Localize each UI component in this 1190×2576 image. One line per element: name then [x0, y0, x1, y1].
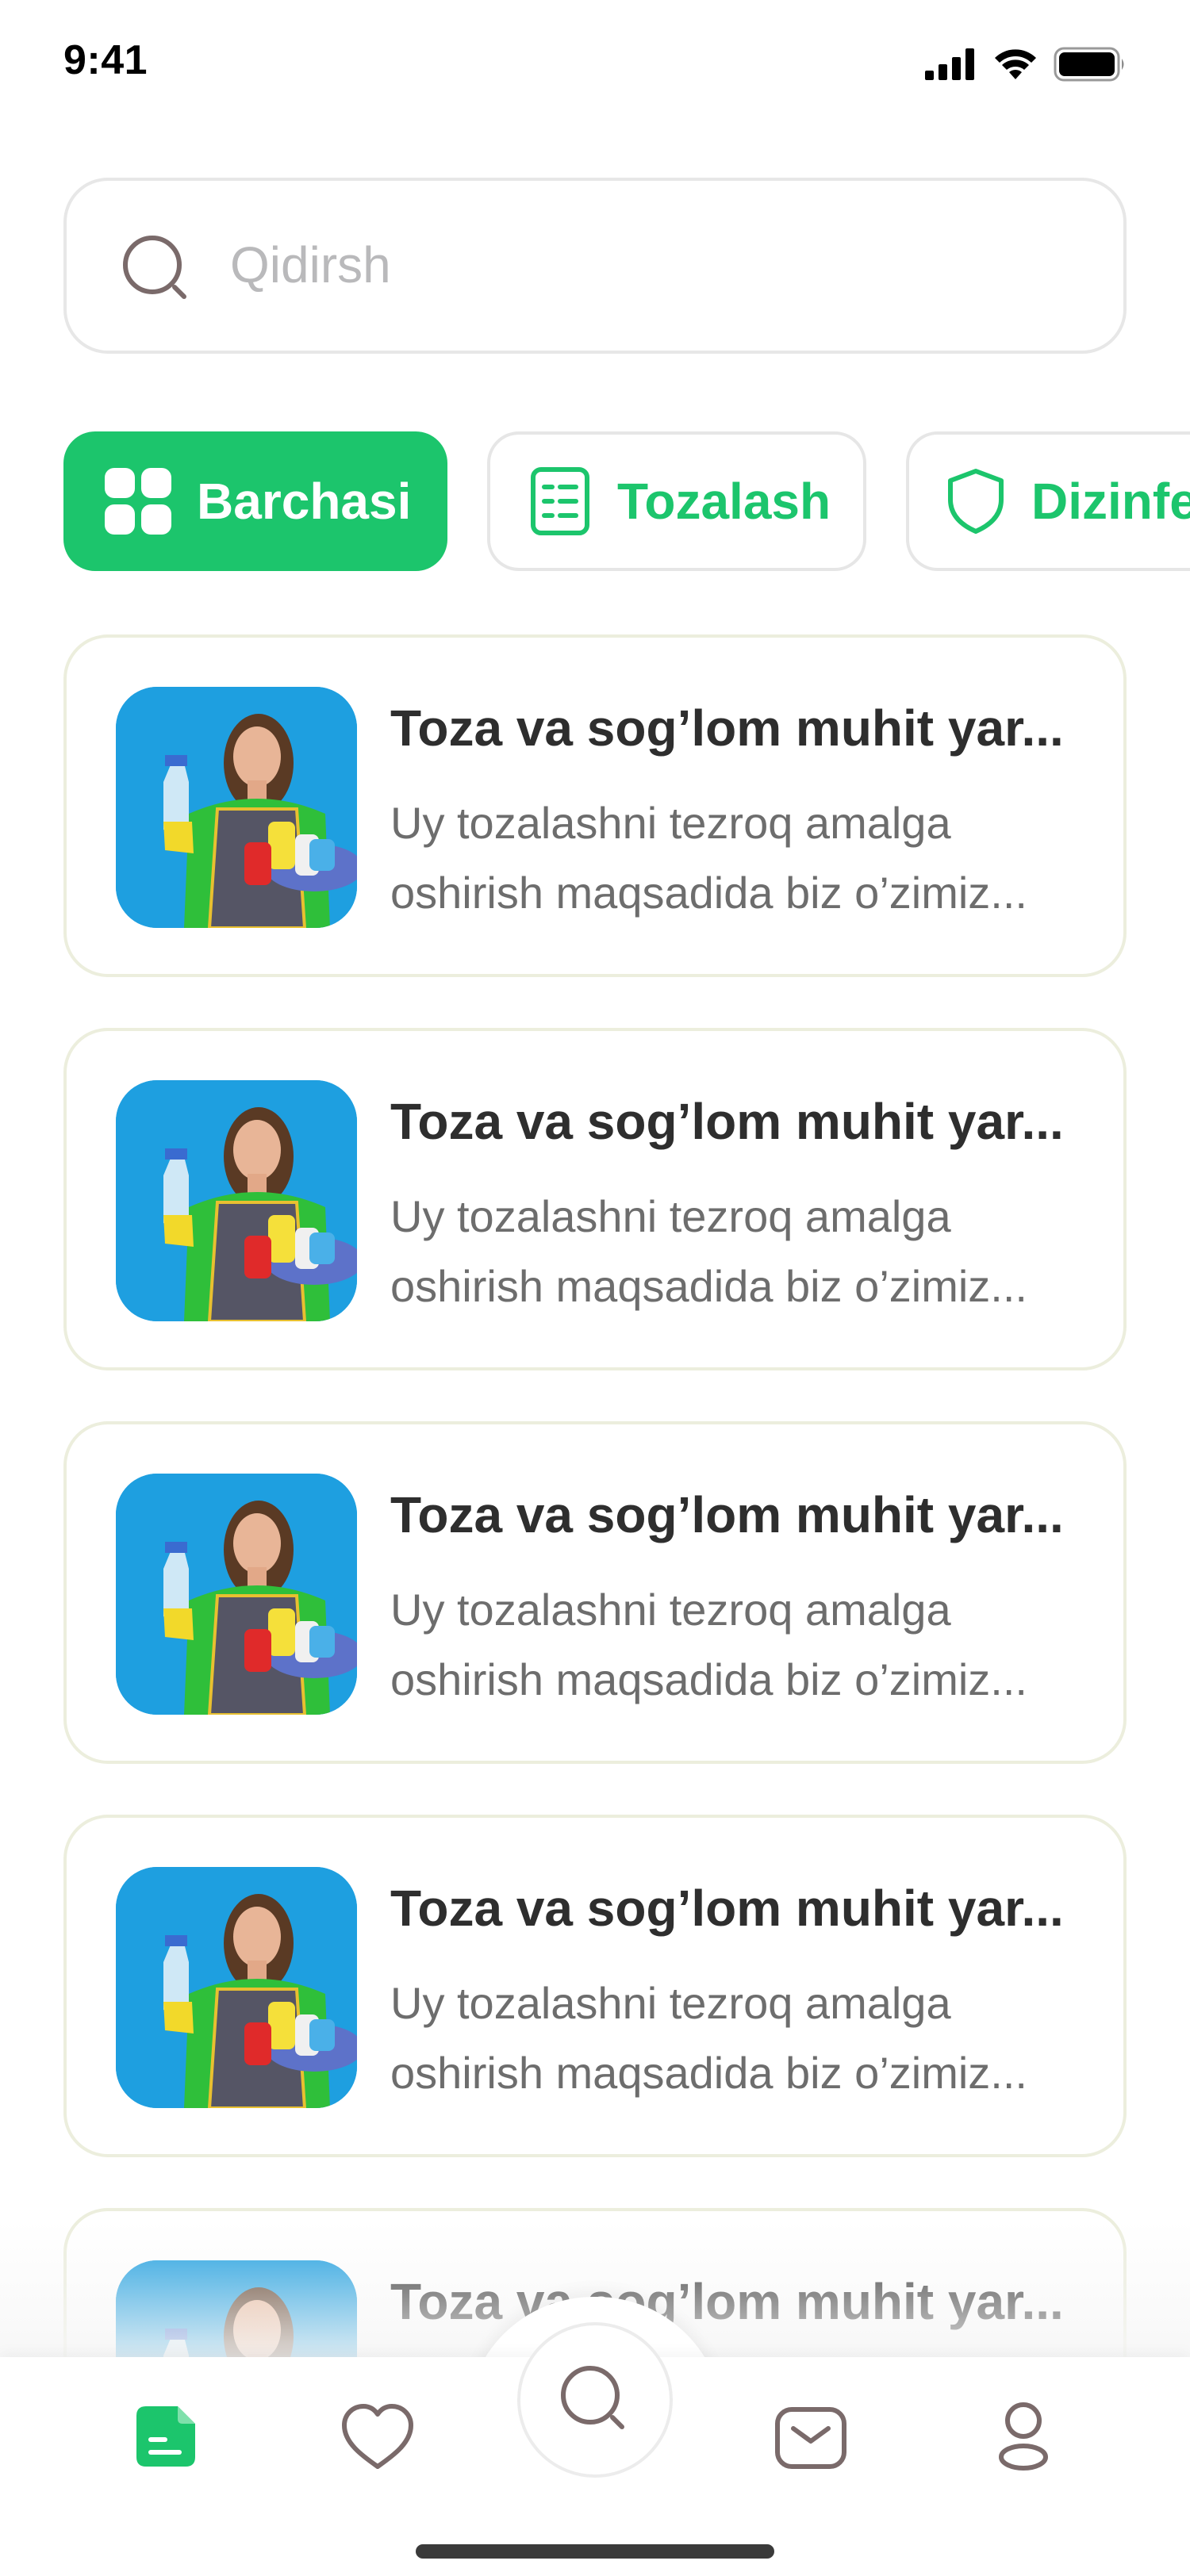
article-description: Uy tozalashni tezroq amalga oshirish maq… [390, 1182, 1073, 1321]
article-title: Toza va sog’lom muhit yar... [390, 2273, 1064, 2330]
article-description-line: Uy tozalashni tezroq amalga [390, 1978, 951, 2028]
article-description-line: oshirish maqsadida biz o’zimiz... [390, 868, 1027, 918]
article-card[interactable]: Toza va sog’lom muhit yar... Uy tozalash… [63, 634, 1127, 977]
cleaner-illustration [116, 1474, 357, 1715]
cleaner-illustration [116, 687, 357, 928]
document-icon [531, 467, 589, 535]
article-title: Toza va sog’lom muhit yar... [390, 700, 1064, 757]
status-time: 9:41 [63, 37, 148, 83]
news-icon[interactable] [129, 2397, 208, 2476]
article-description-line: oshirish maqsadida biz o’zimiz... [390, 2048, 1027, 2098]
article-card[interactable]: Toza va sog’lom muhit yar... Uy tozalash… [63, 1028, 1127, 1370]
article-image [116, 1867, 357, 2108]
article-description: Uy tozalashni tezroq amalga oshirish maq… [390, 788, 1073, 928]
article-image [116, 1080, 357, 1321]
chip-dizinfeksiya[interactable]: Dizinfe [906, 431, 1190, 571]
chip-tozalash[interactable]: Tozalash [487, 431, 866, 571]
nav-search-button[interactable] [517, 2322, 673, 2478]
chip-label: Dizinfe [1031, 473, 1190, 530]
article-description-line: Uy tozalashni tezroq amalga [390, 1585, 951, 1635]
article-image [116, 1474, 357, 1715]
article-title: Toza va sog’lom muhit yar... [390, 1880, 1064, 1937]
status-icons [925, 46, 1127, 82]
cleaner-illustration [116, 1867, 357, 2108]
status-bar: 9:41 [0, 0, 1190, 127]
article-description: Uy tozalashni tezroq amalga oshirish maq… [390, 1968, 1073, 2108]
grid-icon [105, 468, 171, 535]
chip-label: Barchasi [197, 473, 412, 530]
article-description-line: Uy tozalashni tezroq amalga [390, 1191, 951, 1241]
article-description-line: Uy tozalashni tezroq amalga [390, 798, 951, 848]
home-indicator [416, 2544, 774, 2559]
article-description: Uy tozalashni tezroq amalga oshirish maq… [390, 1575, 1073, 1715]
article-card[interactable]: Toza va sog’lom muhit yar... Uy tozalash… [63, 1815, 1127, 2157]
article-title: Toza va sog’lom muhit yar... [390, 1093, 1064, 1150]
mail-icon[interactable] [771, 2398, 850, 2478]
profile-icon[interactable] [984, 2397, 1063, 2476]
article-image [116, 687, 357, 928]
app-screen: 9:41 Qidirsh Barchasi Tozalash Dizinfe T… [0, 0, 1190, 2576]
article-description-line: oshirish maqsadida biz o’zimiz... [390, 1261, 1027, 1311]
article-card[interactable]: Toza va sog’lom muhit yar... Uy tozalash… [63, 1421, 1127, 1764]
article-description-line: oshirish maqsadida biz o’zimiz... [390, 1654, 1027, 1704]
shield-icon [948, 469, 1004, 534]
cleaner-illustration [116, 1080, 357, 1321]
chip-barchasi[interactable]: Barchasi [63, 431, 447, 571]
category-chips: Barchasi Tozalash Dizinfe [63, 431, 1190, 571]
chip-label: Tozalash [617, 473, 831, 530]
signal-icon [925, 48, 974, 80]
search-icon [561, 2366, 624, 2429]
search-input[interactable] [230, 225, 1087, 305]
article-title: Toza va sog’lom muhit yar... [390, 1486, 1064, 1543]
search-icon [123, 236, 186, 299]
heart-icon[interactable] [338, 2398, 417, 2478]
search-bar[interactable] [63, 178, 1127, 354]
battery-icon [1054, 47, 1124, 82]
wifi-icon [995, 49, 1036, 79]
